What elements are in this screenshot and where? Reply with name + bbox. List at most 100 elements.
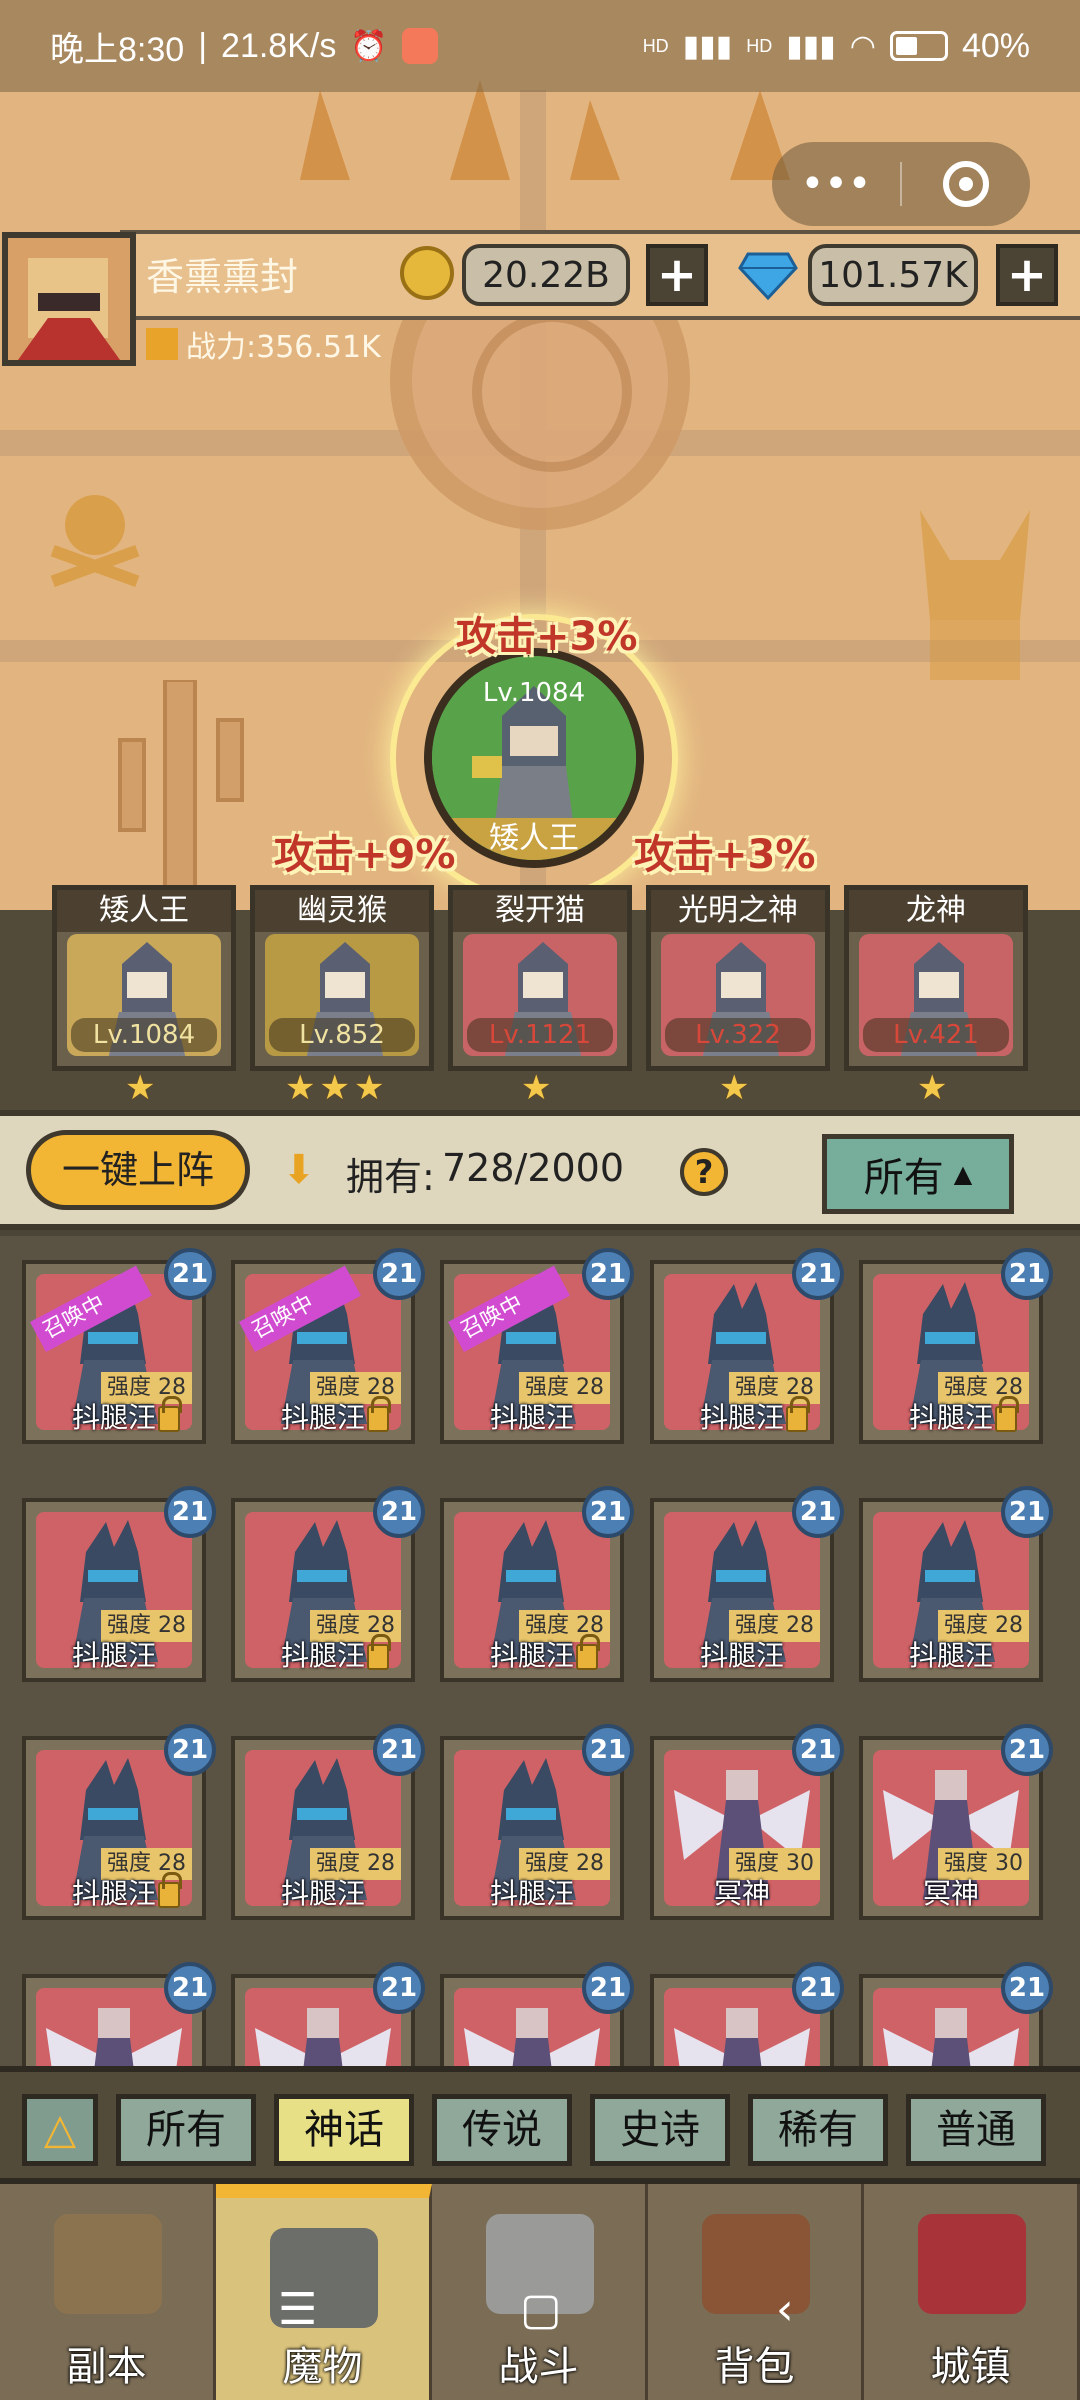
owned-label: 拥有: (346, 1155, 435, 1199)
monster-card[interactable]: 强度 28 抖腿汪 21 (440, 1724, 634, 1920)
monster-card[interactable]: 强度 28 抖腿汪 21 (22, 1724, 216, 1920)
monster-card[interactable]: 强度 28 抖腿汪 21 (22, 1486, 216, 1682)
combat-power: 战力:356.51K (146, 322, 381, 366)
nav-tab-label: 魔物 (282, 2344, 363, 2390)
level-badge: 21 (582, 1724, 634, 1776)
system-menu-button[interactable]: ☰ (278, 2284, 317, 2344)
nav-tab[interactable]: 背包 (648, 2184, 864, 2400)
add-gold-button[interactable]: + (646, 244, 708, 306)
status-time: 晚上8:30 (50, 30, 185, 69)
monster-card[interactable]: 强度 28 抖腿汪 21 (440, 1486, 634, 1682)
system-home-button[interactable]: ▢ (520, 2284, 562, 2344)
level-badge: 21 (792, 1962, 844, 2014)
lock-icon (158, 1872, 182, 1908)
star-icon: ★ (353, 1068, 385, 1108)
lineup-slot[interactable]: 裂开猫 Lv.1121 (448, 885, 632, 1071)
system-back-button[interactable]: ‹ (776, 2284, 794, 2344)
lock-icon (158, 1396, 182, 1432)
more-menu-button[interactable]: ••• (772, 142, 900, 226)
status-network-speed: 21.8K/s (221, 26, 337, 65)
monster-card[interactable]: 强度 28 抖腿汪 21 (859, 1486, 1053, 1682)
gold-coin-icon (400, 246, 454, 300)
lineup-name: 裂开猫 (453, 890, 627, 932)
target-icon (943, 161, 989, 207)
monster-card[interactable]: 21 (650, 1962, 844, 2066)
add-gems-button[interactable]: + (996, 244, 1058, 306)
level-badge: 21 (373, 1248, 425, 1300)
level-badge: 21 (373, 1962, 425, 2014)
gold-amount: 20.22B (462, 244, 630, 306)
lineup-slot[interactable]: 幽灵猴 Lv.852 (250, 885, 434, 1071)
monster-card[interactable]: 强度 28 抖腿汪 21 (231, 1486, 425, 1682)
more-dots-icon: ••• (800, 161, 872, 207)
fox-statue-icon (920, 510, 1030, 680)
lock-icon (576, 1634, 600, 1670)
monster-name: 冥神 (713, 1877, 770, 1910)
monster-card[interactable]: 强度 28 抖腿汪 21 (859, 1248, 1053, 1444)
rarity-tab[interactable]: 普通 (906, 2094, 1046, 2166)
down-arrow-icon: ⬇ (282, 1147, 316, 1193)
star-icon: ★ (319, 1068, 350, 1108)
rarity-tab[interactable]: 稀有 (748, 2094, 888, 2166)
help-button[interactable]: ? (680, 1148, 728, 1196)
nav-tab[interactable]: 魔物 (216, 2184, 432, 2400)
nav-tab[interactable]: 城镇 (864, 2184, 1080, 2400)
lineup-level: Lv.421 (863, 1018, 1009, 1052)
lineup-slot[interactable]: 光明之神 Lv.322 (646, 885, 830, 1071)
monster-card[interactable]: 强度 28 抖腿汪 21 (650, 1486, 844, 1682)
avatar[interactable] (2, 232, 136, 366)
sort-filter-dropdown[interactable]: 所有 ▲ (822, 1134, 1014, 1214)
lineup-name: 光明之神 (651, 890, 825, 932)
monster-card[interactable]: 强度 28 抖腿汪 召唤中 21 (231, 1248, 425, 1444)
monster-card[interactable]: 21 (859, 1962, 1053, 2066)
lineup-level: Lv.852 (269, 1018, 415, 1052)
level-badge: 21 (1001, 1248, 1053, 1300)
rarity-tab[interactable]: 神话 (274, 2094, 414, 2166)
lineup-name: 矮人王 (57, 890, 231, 932)
level-badge: 21 (582, 1962, 634, 2014)
monster-card[interactable]: 强度 30 冥神 21 (650, 1724, 844, 1920)
lineup-level: Lv.1121 (467, 1018, 613, 1052)
monster-card[interactable]: 强度 28 抖腿汪 21 (231, 1724, 425, 1920)
monster-card[interactable]: 21 (22, 1962, 216, 2066)
collapse-button[interactable]: △ (22, 2094, 98, 2166)
battery-percent: 40% (961, 26, 1030, 65)
lineup-slot[interactable]: 矮人王 Lv.1084 (52, 885, 236, 1071)
rarity-tab[interactable]: 史诗 (590, 2094, 730, 2166)
wifi-icon: ◠ (849, 29, 876, 63)
rarity-tab[interactable]: 所有 (116, 2094, 256, 2166)
monster-card[interactable]: 强度 28 抖腿汪 召唤中 21 (22, 1248, 216, 1444)
lineup-level: Lv.322 (665, 1018, 811, 1052)
lineup-stars: ★ (719, 1068, 749, 1108)
auto-deploy-button[interactable]: 一键上阵 (26, 1130, 250, 1210)
owned-count: 728/2000 (442, 1146, 625, 1190)
monster-card[interactable]: 21 (440, 1962, 634, 2066)
lineup-slot[interactable]: 龙神 Lv.421 (844, 885, 1028, 1071)
gem-amount: 101.57K (808, 244, 978, 306)
star-icon: ★ (719, 1068, 750, 1108)
monster-card[interactable]: 强度 28 抖腿汪 21 (650, 1248, 844, 1444)
avatar-portrait-icon (8, 238, 130, 360)
monster-grid: 强度 28 抖腿汪 召唤中 21 强度 28 抖腿汪 召唤中 21 强度 28 抖腿汪 召唤中 21 强… (0, 1236, 1080, 2066)
nav-tab-label: 背包 (714, 2344, 795, 2390)
level-badge: 21 (164, 1962, 216, 2014)
combat-power-value: 战力:356.51K (186, 330, 381, 365)
featured-portrait: Lv.1084 矮人王 (424, 648, 644, 868)
level-badge: 21 (792, 1724, 844, 1776)
attack-bonus-right: 攻击+3% (634, 832, 816, 878)
level-badge: 21 (582, 1486, 634, 1538)
monster-name: 抖腿汪 (280, 1877, 365, 1910)
close-miniprogram-button[interactable] (902, 142, 1030, 226)
nav-tab[interactable]: 副本 (0, 2184, 216, 2400)
star-icon: ★ (917, 1068, 948, 1108)
nav-tab-label: 城镇 (930, 2344, 1011, 2390)
monster-card[interactable]: 强度 30 冥神 21 (859, 1724, 1053, 1920)
monster-card[interactable]: 强度 28 抖腿汪 召唤中 21 (440, 1248, 634, 1444)
network-type-1: HD (642, 35, 669, 56)
signal-icon: ▮▮▮ (682, 29, 733, 63)
rarity-tab[interactable]: 传说 (432, 2094, 572, 2166)
featured-level: Lv.1084 (482, 678, 586, 708)
level-badge: 21 (792, 1248, 844, 1300)
monster-card[interactable]: 21 (231, 1962, 425, 2066)
triangle-up-icon: △ (43, 2104, 77, 2153)
